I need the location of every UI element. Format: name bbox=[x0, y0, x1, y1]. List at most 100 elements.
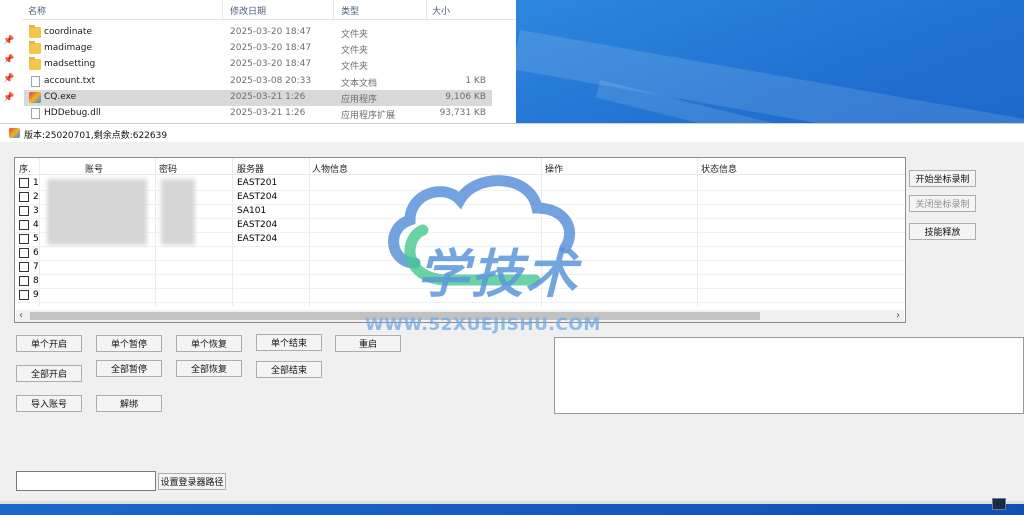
file-size: 9,106 KB bbox=[445, 92, 486, 102]
row-server: EAST204 bbox=[237, 220, 278, 230]
file-row[interactable]: coordinate 2025-03-20 18:47 文件夹 bbox=[24, 25, 492, 41]
import-account-button[interactable]: 导入账号 bbox=[16, 395, 82, 412]
grid-row[interactable]: 2 EAST204 bbox=[15, 191, 905, 205]
pin-icon[interactable]: 📌 bbox=[3, 55, 14, 65]
file-row-selected[interactable]: CQ.exe 2025-03-21 1:26 应用程序 9,106 KB bbox=[24, 90, 492, 106]
row-checkbox[interactable] bbox=[19, 220, 29, 230]
single-resume-button[interactable]: 单个恢复 bbox=[176, 335, 242, 352]
column-header-action[interactable]: 操作 bbox=[545, 162, 563, 175]
file-row[interactable]: madimage 2025-03-20 18:47 文件夹 bbox=[24, 41, 492, 57]
column-header-status[interactable]: 状态信息 bbox=[701, 162, 737, 175]
window-bottom-edge bbox=[0, 501, 1024, 504]
single-pause-button[interactable]: 单个暂停 bbox=[96, 335, 162, 352]
set-login-path-button[interactable]: 设置登录器路径 bbox=[158, 473, 226, 490]
file-name: madimage bbox=[44, 43, 93, 53]
grid-row[interactable]: 1 EAST201 bbox=[15, 177, 905, 191]
file-name: coordinate bbox=[44, 27, 93, 37]
dll-file-icon bbox=[31, 108, 40, 119]
pin-icon[interactable]: 📌 bbox=[3, 93, 14, 103]
app-window: 版本:25020701,剩余点数:622639 序. 账号 密码 服务器 人物信… bbox=[0, 123, 1024, 504]
file-explorer-window: 📌 📌 📌 📌 ⌃ 名称 修改日期 类型 大小 coordinate 2025-… bbox=[0, 0, 516, 125]
row-number: 1 bbox=[33, 178, 39, 188]
grid-row[interactable]: 9 bbox=[15, 289, 905, 303]
column-divider[interactable] bbox=[426, 0, 427, 20]
file-row[interactable]: account.txt 2025-03-08 20:33 文本文档 1 KB bbox=[24, 74, 492, 90]
all-resume-button[interactable]: 全部恢复 bbox=[176, 360, 242, 377]
column-header-server[interactable]: 服务器 bbox=[237, 162, 264, 175]
pin-icon[interactable]: 📌 bbox=[3, 74, 14, 84]
row-checkbox[interactable] bbox=[19, 276, 29, 286]
column-header-account[interactable]: 账号 bbox=[85, 162, 103, 175]
grid-row[interactable]: 5 EAST204 bbox=[15, 233, 905, 247]
text-file-icon bbox=[31, 76, 40, 87]
file-row[interactable]: HDDebug.dll 2025-03-21 1:26 应用程序扩展 93,73… bbox=[24, 106, 492, 122]
scroll-left-icon[interactable]: ‹ bbox=[19, 310, 23, 321]
exe-icon bbox=[29, 92, 41, 103]
grid-row[interactable]: 4 EAST204 bbox=[15, 219, 905, 233]
file-date: 2025-03-21 1:26 bbox=[230, 92, 306, 102]
row-number: 6 bbox=[33, 248, 39, 258]
row-checkbox[interactable] bbox=[19, 262, 29, 272]
scrollbar-thumb[interactable] bbox=[30, 312, 760, 320]
row-checkbox[interactable] bbox=[19, 206, 29, 216]
grid-row[interactable]: 8 bbox=[15, 275, 905, 289]
grid-header: 序. 账号 密码 服务器 人物信息 操作 状态信息 bbox=[15, 158, 905, 175]
file-date: 2025-03-08 20:33 bbox=[230, 76, 312, 86]
file-type: 应用程序 bbox=[341, 95, 378, 105]
app-titlebar[interactable]: 版本:25020701,剩余点数:622639 bbox=[0, 124, 1024, 142]
folder-icon bbox=[29, 41, 41, 54]
row-number: 4 bbox=[33, 220, 39, 230]
file-type: 应用程序扩展 bbox=[341, 111, 396, 121]
row-number: 9 bbox=[33, 290, 39, 300]
scroll-right-icon[interactable]: › bbox=[896, 310, 900, 321]
row-number: 5 bbox=[33, 234, 39, 244]
column-header-name[interactable]: 名称 bbox=[28, 4, 46, 17]
login-path-input[interactable] bbox=[16, 471, 156, 491]
single-start-button[interactable]: 单个开启 bbox=[16, 335, 82, 352]
row-server: EAST201 bbox=[237, 178, 278, 188]
file-date: 2025-03-20 18:47 bbox=[230, 59, 312, 69]
file-type: 文本文档 bbox=[341, 79, 378, 89]
column-header-character[interactable]: 人物信息 bbox=[312, 162, 348, 175]
all-pause-button[interactable]: 全部暂停 bbox=[96, 360, 162, 377]
column-header-type[interactable]: 类型 bbox=[341, 4, 359, 17]
taskbar-tray-icon[interactable] bbox=[992, 498, 1006, 510]
row-number: 7 bbox=[33, 262, 39, 272]
restart-button[interactable]: 重启 bbox=[335, 335, 401, 352]
row-number: 2 bbox=[33, 192, 39, 202]
column-header-password[interactable]: 密码 bbox=[159, 162, 177, 175]
account-grid[interactable]: 序. 账号 密码 服务器 人物信息 操作 状态信息 1 EAST201 2 EA… bbox=[14, 157, 906, 323]
row-checkbox[interactable] bbox=[19, 178, 29, 188]
file-list-header: ⌃ 名称 修改日期 类型 大小 bbox=[22, 0, 516, 20]
pin-icon[interactable]: 📌 bbox=[3, 36, 14, 46]
file-date: 2025-03-20 18:47 bbox=[230, 27, 312, 37]
all-end-button[interactable]: 全部结束 bbox=[256, 361, 322, 378]
row-checkbox[interactable] bbox=[19, 290, 29, 300]
grid-row[interactable]: 6 bbox=[15, 247, 905, 261]
skill-release-button[interactable]: 技能释放 bbox=[909, 223, 976, 240]
file-name: madsetting bbox=[44, 59, 96, 69]
column-header-date[interactable]: 修改日期 bbox=[230, 4, 266, 17]
file-row[interactable]: madsetting 2025-03-20 18:47 文件夹 bbox=[24, 57, 492, 73]
column-header-size[interactable]: 大小 bbox=[432, 4, 450, 17]
horizontal-scrollbar[interactable]: ‹ › bbox=[16, 310, 904, 322]
quick-access-pane: 📌 📌 📌 📌 bbox=[0, 0, 22, 125]
column-header-index[interactable]: 序. bbox=[19, 162, 31, 175]
log-textbox[interactable] bbox=[554, 337, 1024, 414]
grid-row[interactable]: 3 SA101 bbox=[15, 205, 905, 219]
start-coord-record-button[interactable]: 开始坐标录制 bbox=[909, 170, 976, 187]
file-date: 2025-03-21 1:26 bbox=[230, 108, 306, 118]
grid-row[interactable]: 7 bbox=[15, 261, 905, 275]
row-server: EAST204 bbox=[237, 192, 278, 202]
column-divider[interactable] bbox=[333, 0, 334, 20]
row-checkbox[interactable] bbox=[19, 192, 29, 202]
column-divider[interactable] bbox=[222, 0, 223, 20]
row-checkbox[interactable] bbox=[19, 248, 29, 258]
stop-coord-record-button[interactable]: 关闭坐标录制 bbox=[909, 195, 976, 212]
single-end-button[interactable]: 单个结束 bbox=[256, 334, 322, 351]
row-checkbox[interactable] bbox=[19, 234, 29, 244]
unbind-button[interactable]: 解绑 bbox=[96, 395, 162, 412]
row-server: EAST204 bbox=[237, 234, 278, 244]
sort-chevron-icon: ⌃ bbox=[120, 0, 129, 7]
all-start-button[interactable]: 全部开启 bbox=[16, 365, 82, 382]
